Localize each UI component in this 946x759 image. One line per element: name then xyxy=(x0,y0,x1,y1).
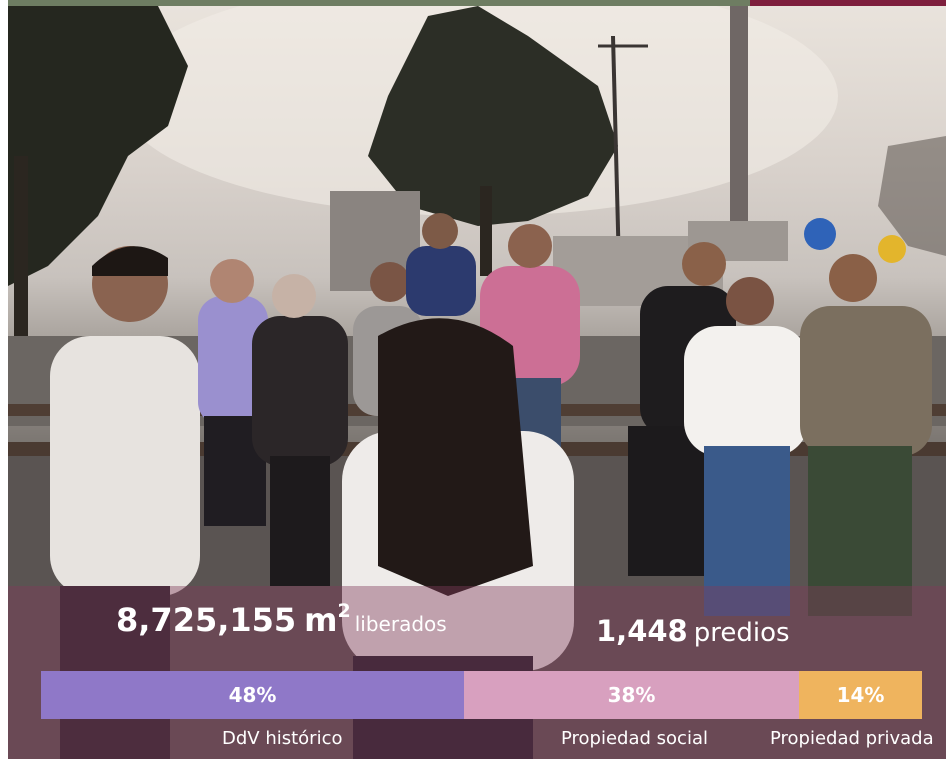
bar-segment-historic-label: 48% xyxy=(228,683,277,707)
bar-segment-private-label: 14% xyxy=(836,683,885,707)
category-label-historic: DdV histórico xyxy=(222,728,343,749)
category-label-social: Propiedad social xyxy=(561,728,708,749)
area-unit-base: m xyxy=(304,601,338,639)
parcels-word: predios xyxy=(693,618,790,648)
bar-segment-historic: 48% xyxy=(41,671,464,719)
parcels-value: 1,448 xyxy=(596,614,688,648)
bar-segment-private: 14% xyxy=(799,671,922,719)
area-unit-exponent: 2 xyxy=(337,600,351,622)
area-unit: m2 xyxy=(304,600,351,639)
area-stat: 8,725,155 m2liberados xyxy=(116,600,447,639)
area-value: 8,725,155 xyxy=(116,601,297,639)
bar-segment-social: 38% xyxy=(464,671,799,719)
category-label-private: Propiedad privada xyxy=(770,728,934,749)
bar-segment-social-label: 38% xyxy=(607,683,656,707)
area-word: liberados xyxy=(354,612,447,636)
parcels-stat: 1,448 predios xyxy=(596,614,790,648)
